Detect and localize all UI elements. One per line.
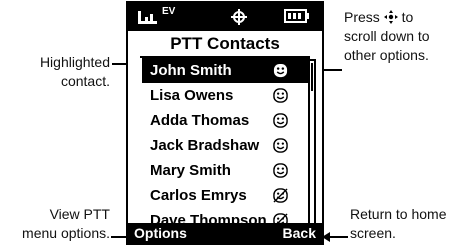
callout-text: Press	[344, 9, 380, 25]
list-item[interactable]: Lisa Owens	[142, 83, 310, 108]
nav-key-icon	[383, 10, 398, 24]
crosshair-icon	[231, 9, 247, 25]
list-item[interactable]: Jack Bradshaw	[142, 133, 310, 158]
callout-text: View PTT	[49, 206, 110, 222]
callout-press: Press to scroll down to other options.	[344, 8, 460, 65]
scrollbar[interactable]	[308, 59, 316, 231]
scrollbar-thumb[interactable]	[311, 63, 313, 91]
list-item[interactable]: Mary Smith	[142, 158, 310, 183]
callout-text: screen.	[350, 225, 396, 241]
callout-return-home: Return to home screen.	[350, 205, 460, 243]
contact-name: Adda Thomas	[150, 112, 250, 129]
list-item[interactable]: John Smith	[142, 58, 310, 83]
contact-name: Mary Smith	[150, 162, 231, 179]
battery-icon	[284, 9, 309, 23]
contact-name: Jack Bradshaw	[150, 137, 260, 154]
callout-view-menu: View PTT menu options.	[2, 205, 110, 243]
smiley-icon	[273, 88, 288, 103]
contact-name: Lisa Owens	[150, 87, 234, 104]
callout-text: to	[401, 9, 414, 25]
smiley-icon	[273, 138, 288, 153]
callout-text: Return to home	[350, 206, 447, 222]
screen-title: PTT Contacts	[170, 34, 280, 53]
contact-name: Carlos Emrys	[150, 187, 247, 204]
callout-highlighted: Highlighted contact.	[30, 53, 110, 91]
smiley-icon	[273, 113, 288, 128]
contact-name: John Smith	[150, 62, 232, 79]
callout-text: scroll down to	[344, 28, 430, 44]
phone-screen: EV PTT Contacts John Smith Lisa Owens Ad…	[126, 1, 324, 245]
options-softkey[interactable]: Options	[134, 224, 187, 242]
callout-text: menu options.	[22, 225, 110, 241]
status-bar: EV	[128, 3, 322, 31]
ev-indicator: EV	[162, 6, 176, 17]
contact-list[interactable]: John Smith Lisa Owens Adda Thomas Jack B…	[142, 58, 310, 233]
signal-icon	[138, 11, 157, 24]
callout-text: contact.	[60, 73, 110, 89]
softkey-bar: Options Back	[128, 223, 322, 243]
leader-line	[323, 69, 342, 71]
list-item[interactable]: Adda Thomas	[142, 108, 310, 133]
list-item[interactable]: Carlos Emrys	[142, 183, 310, 208]
smiley-icon	[273, 163, 288, 178]
blocked-smiley-icon	[273, 188, 288, 203]
back-softkey[interactable]: Back	[283, 224, 316, 242]
callout-line: Press to	[344, 8, 460, 27]
callout-text: Highlighted	[39, 54, 110, 70]
smiley-icon	[273, 63, 288, 78]
callout-text: other options.	[344, 47, 429, 63]
